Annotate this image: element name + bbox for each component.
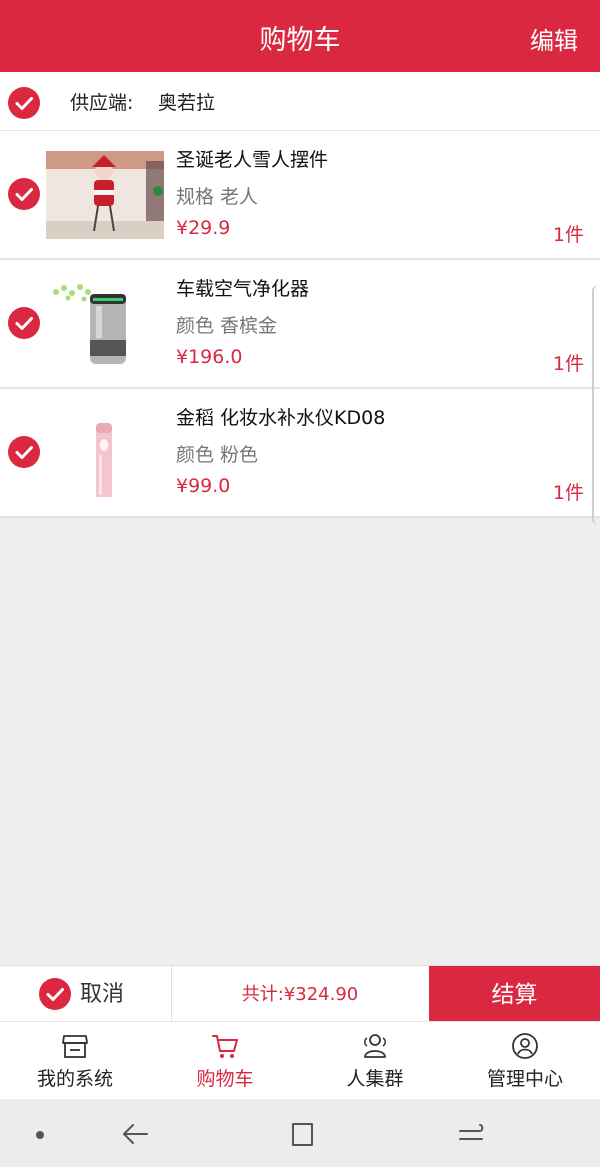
product-thumbnail-santa[interactable] (46, 151, 164, 239)
tab-management-center[interactable]: 管理中心 (450, 1022, 600, 1100)
cancel-label[interactable]: 取消 (80, 966, 124, 1024)
home-gesture-icon[interactable] (456, 1121, 486, 1149)
product-price: ¥99.0 (176, 475, 231, 497)
tab-label: 我的系统 (36, 1068, 113, 1090)
system-navigation-bar (0, 1099, 600, 1167)
supplier-label: 供应端: (70, 92, 134, 114)
app-header: 购物车 编辑 (0, 0, 600, 72)
supplier-name: 奥若拉 (158, 92, 216, 114)
check-icon (15, 188, 33, 201)
product-spec: 规格 老人 (176, 186, 259, 208)
select-all-checkbox[interactable] (39, 978, 71, 1010)
cart-item[interactable]: 金稻 化妆水补水仪KD08 颜色 粉色 ¥99.0 1件 (0, 389, 600, 518)
bottom-tab-bar: 我的系统 购物车 人集群 管理中心 (0, 1021, 600, 1100)
checkout-button[interactable]: 结算 (429, 966, 600, 1021)
users-icon (364, 1034, 386, 1058)
page-title: 购物车 (259, 25, 341, 56)
product-price: ¥196.0 (176, 346, 243, 368)
tab-cart[interactable]: 购物车 (150, 1022, 300, 1100)
supplier-row: 供应端: 奥若拉 (0, 72, 600, 131)
product-price: ¥29.9 (176, 217, 231, 239)
product-name[interactable]: 圣诞老人雪人摆件 (176, 145, 328, 172)
store-icon (62, 1035, 88, 1058)
back-icon[interactable] (120, 1120, 150, 1148)
tab-my-system[interactable]: 我的系统 (0, 1022, 150, 1100)
item-select-checkbox[interactable] (8, 178, 40, 210)
cart-item[interactable]: 车载空气净化器 颜色 香槟金 ¥196.0 1件 (0, 260, 600, 389)
cart-item[interactable]: 圣诞老人雪人摆件 规格 老人 ¥29.9 1件 (0, 131, 600, 260)
profile-icon (512, 1033, 538, 1059)
dot-icon[interactable] (34, 1129, 46, 1141)
item-select-checkbox[interactable] (8, 436, 40, 468)
cancel-selection-button[interactable]: 取消 (0, 966, 172, 1021)
check-icon (15, 97, 33, 110)
product-thumbnail-facial-mister[interactable] (46, 409, 164, 497)
item-select-checkbox[interactable] (8, 307, 40, 339)
tab-label: 购物车 (196, 1068, 254, 1090)
checkout-bar: 取消 共计:¥324.90 结算 (0, 965, 600, 1021)
tab-label: 人集群 (346, 1068, 404, 1090)
product-quantity: 1件 (552, 224, 584, 246)
product-name[interactable]: 金稻 化妆水补水仪KD08 (176, 403, 385, 430)
edit-button[interactable]: 编辑 (530, 0, 578, 72)
recent-apps-icon[interactable] (288, 1121, 316, 1149)
check-icon (15, 317, 33, 330)
tab-label: 管理中心 (486, 1068, 563, 1090)
product-thumbnail-air-purifier[interactable] (46, 280, 164, 368)
product-spec: 颜色 粉色 (176, 444, 259, 466)
scroll-edge-indicator (592, 285, 600, 525)
tab-people-group[interactable]: 人集群 (300, 1022, 450, 1100)
supplier-select-checkbox[interactable] (8, 87, 40, 119)
check-icon (46, 988, 64, 1001)
cart-icon (212, 1035, 238, 1058)
check-icon (15, 446, 33, 459)
product-quantity: 1件 (552, 482, 584, 504)
total-price: 共计:¥324.90 (241, 984, 359, 1005)
product-spec: 颜色 香槟金 (176, 315, 278, 337)
product-name[interactable]: 车载空气净化器 (176, 274, 309, 301)
product-quantity: 1件 (552, 353, 584, 375)
